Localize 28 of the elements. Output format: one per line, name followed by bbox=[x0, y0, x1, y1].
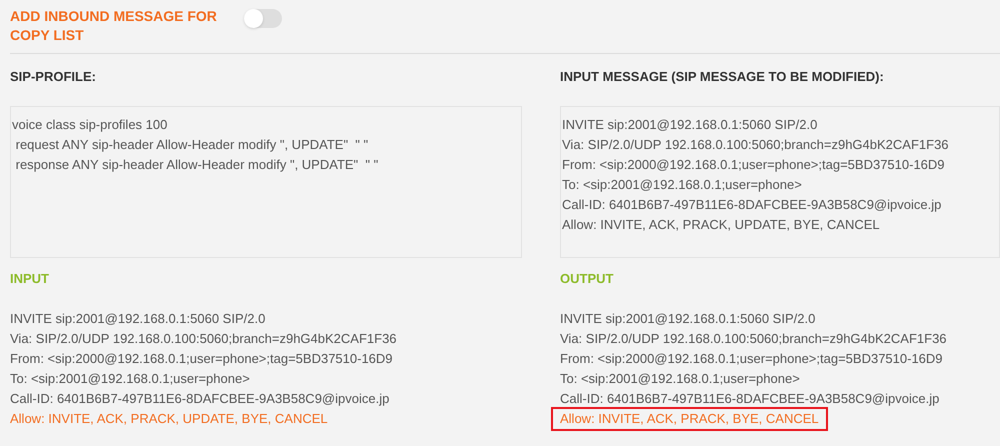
text-line: Allow: INVITE, ACK, PRACK, UPDATE, BYE, CANCEL bbox=[562, 216, 881, 234]
text-area[interactable]: voice class sip-profiles 100 request ANY sip-header Allow-Header modify ", UPDATE" " " response ANY sip-header Allow-Header modify ", UPDATE" " " bbox=[10, 106, 522, 258]
message-line: INVITE sip:2001@192.168.0.1:5060 SIP/2.0 bbox=[10, 310, 266, 328]
message-line: From: <sip:2000@192.168.0.1;user=phone>;tag=5BD37510-16D9 bbox=[560, 350, 943, 368]
text-line: INVITE sip:2001@192.168.0.1:5060 SIP/2.0 bbox=[562, 116, 818, 134]
text-line: request ANY sip-header Allow-Header modify ", UPDATE" " " bbox=[14, 136, 370, 154]
message-line: To: <sip:2001@192.168.0.1;user=phone> bbox=[10, 370, 250, 388]
toggle-label: ADD INBOUND MESSAGE FOR COPY LIST bbox=[10, 7, 218, 45]
message-line: Allow: INVITE, ACK, PRACK, UPDATE, BYE, CANCEL bbox=[10, 410, 328, 428]
message-line: Via: SIP/2.0/UDP 192.168.0.100:5060;branch=z9hG4bK2CAF1F36 bbox=[10, 330, 397, 348]
message-line: Allow: INVITE, ACK, PRACK, BYE, CANCEL bbox=[553, 409, 826, 429]
message-line: To: <sip:2001@192.168.0.1;user=phone> bbox=[560, 370, 800, 388]
message-line: INVITE sip:2001@192.168.0.1:5060 SIP/2.0 bbox=[560, 310, 816, 328]
section-heading: OUTPUT bbox=[560, 270, 614, 288]
message-line: Call-ID: 6401B6B7-497B11E6-8DAFCBEE-9A3B58C9@ipvoice.jp bbox=[10, 390, 390, 408]
text-line: To: <sip:2001@192.168.0.1;user=phone> bbox=[562, 176, 803, 194]
section-heading: SIP-PROFILE: bbox=[10, 68, 97, 86]
message-line: Via: SIP/2.0/UDP 192.168.0.100:5060;branch=z9hG4bK2CAF1F36 bbox=[560, 330, 947, 348]
text-line: From: <sip:2000@192.168.0.1;user=phone>;tag=5BD37510-16D9 bbox=[562, 156, 946, 174]
text-line: Via: SIP/2.0/UDP 192.168.0.100:5060;branch=z9hG4bK2CAF1F36 bbox=[562, 136, 950, 154]
toggle-switch[interactable] bbox=[244, 9, 282, 28]
text-line: voice class sip-profiles 100 bbox=[12, 116, 168, 134]
text-line: Call-ID: 6401B6B7-497B11E6-8DAFCBEE-9A3B58C9@ipvoice.jp bbox=[562, 196, 942, 214]
section-heading: INPUT bbox=[10, 270, 50, 288]
message-line: From: <sip:2000@192.168.0.1;user=phone>;tag=5BD37510-16D9 bbox=[10, 350, 393, 368]
message-line: Call-ID: 6401B6B7-497B11E6-8DAFCBEE-9A3B58C9@ipvoice.jp bbox=[560, 390, 940, 408]
text-line: response ANY sip-header Allow-Header modify ", UPDATE" " " bbox=[14, 156, 380, 174]
section-heading: INPUT MESSAGE (SIP MESSAGE TO BE MODIFIED): bbox=[560, 68, 885, 86]
